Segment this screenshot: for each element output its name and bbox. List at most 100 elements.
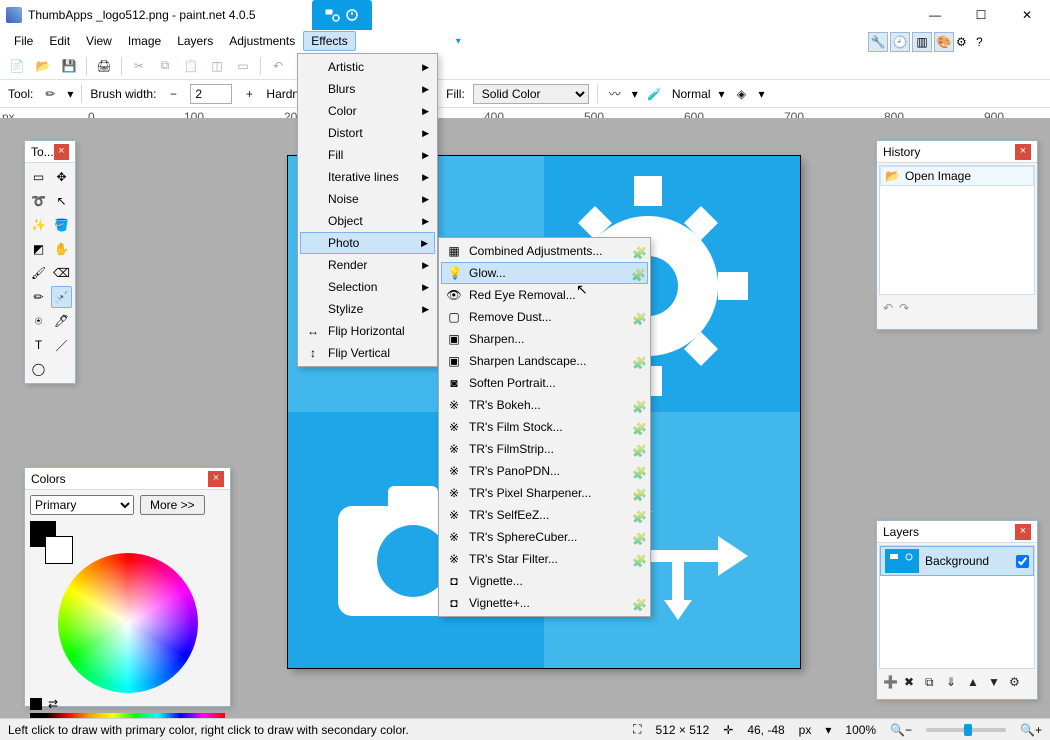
effects-item-photo[interactable]: Photo▶ (300, 232, 435, 254)
photo-item-tr-s-film-stock-[interactable]: ※TR's Film Stock...🧩 (441, 416, 648, 438)
history-item[interactable]: 📂Open Image (880, 166, 1034, 186)
photo-item-tr-s-panopdn-[interactable]: ※TR's PanoPDN...🧩 (441, 460, 648, 482)
effects-item-iterative-lines[interactable]: Iterative lines▶ (300, 166, 435, 188)
effects-item-stylize[interactable]: Stylize▶ (300, 298, 435, 320)
tool-pan[interactable]: ✋ (51, 238, 72, 260)
redo-history-icon[interactable]: ↷ (899, 301, 909, 315)
save-icon[interactable]: 💾 (60, 57, 78, 75)
add-layer-icon[interactable]: ➕ (883, 675, 899, 691)
crop-icon[interactable]: ◫ (208, 57, 226, 75)
tool-recolor[interactable]: 🖊 (51, 310, 72, 332)
minimize-button[interactable]: — (912, 0, 958, 30)
colors-toggle-icon[interactable]: 🎨 (934, 32, 954, 52)
color-mode-select[interactable]: Primary (30, 495, 134, 515)
layer-visible-checkbox[interactable] (1016, 555, 1029, 568)
photo-item-tr-s-star-filter-[interactable]: ※TR's Star Filter...🧩 (441, 548, 648, 570)
layer-props-icon[interactable]: ⚙ (1009, 675, 1025, 691)
undo-icon[interactable]: ↶ (269, 57, 287, 75)
photo-item-glow-[interactable]: 💡Glow...🧩 (441, 262, 648, 284)
tool-eraser[interactable]: ⌫ (51, 262, 72, 284)
open-icon[interactable]: 📂 (34, 57, 52, 75)
print-icon[interactable]: 🖨 (95, 57, 113, 75)
tool-move-px[interactable]: ↖ (51, 190, 72, 212)
maximize-button[interactable]: ☐ (958, 0, 1004, 30)
layers-panel-close-icon[interactable]: × (1015, 524, 1031, 540)
brush-width-inc-icon[interactable]: + (240, 85, 258, 103)
effects-item-distort[interactable]: Distort▶ (300, 122, 435, 144)
menu-adjustments[interactable]: Adjustments (221, 31, 303, 51)
menu-edit[interactable]: Edit (41, 31, 78, 51)
undo-history-icon[interactable]: ↶ (883, 301, 893, 315)
photo-item-vignette-[interactable]: ◘Vignette+...🧩 (441, 592, 648, 614)
menu-view[interactable]: View (78, 31, 120, 51)
effects-item-render[interactable]: Render▶ (300, 254, 435, 276)
effects-item-blurs[interactable]: Blurs▶ (300, 78, 435, 100)
zoom-slider[interactable] (926, 728, 1006, 732)
layer-row[interactable]: Background (880, 546, 1034, 576)
paste-icon[interactable]: 📋 (182, 57, 200, 75)
tool-pencil[interactable]: ✏ (28, 286, 49, 308)
photo-item-tr-s-filmstrip-[interactable]: ※TR's FilmStrip...🧩 (441, 438, 648, 460)
status-unit[interactable]: px (799, 723, 812, 737)
layers-toggle-icon[interactable]: ▥ (912, 32, 932, 52)
history-panel-close-icon[interactable]: × (1015, 144, 1031, 160)
tool-move-sel[interactable]: ✥ (51, 166, 72, 188)
blend-icon[interactable]: 🧪 (646, 85, 664, 103)
colors-panel-close-icon[interactable]: × (208, 471, 224, 487)
photo-item-tr-s-selfeez-[interactable]: ※TR's SelfEeZ...🧩 (441, 504, 648, 526)
effects-item-noise[interactable]: Noise▶ (300, 188, 435, 210)
tool-picker[interactable]: 💉 (51, 286, 72, 308)
new-icon[interactable]: 📄 (8, 57, 26, 75)
image-tab[interactable] (312, 0, 372, 30)
effects-item-object[interactable]: Object▶ (300, 210, 435, 232)
effects-item-artistic[interactable]: Artistic▶ (300, 56, 435, 78)
close-button[interactable]: ✕ (1004, 0, 1050, 30)
tool-text[interactable]: T (28, 334, 49, 356)
photo-item-tr-s-pixel-sharpener-[interactable]: ※TR's Pixel Sharpener...🧩 (441, 482, 648, 504)
tool-brush[interactable]: 🖌 (28, 262, 49, 284)
photo-item-sharpen-landscape-[interactable]: ▣Sharpen Landscape...🧩 (441, 350, 648, 372)
effects-item-color[interactable]: Color▶ (300, 100, 435, 122)
photo-item-remove-dust-[interactable]: ▢Remove Dust...🧩 (441, 306, 648, 328)
tool-clone[interactable]: ⍟ (28, 310, 49, 332)
photo-item-vignette-[interactable]: ◘Vignette... (441, 570, 648, 592)
menu-file[interactable]: File (6, 31, 41, 51)
zoom-out-icon[interactable]: 🔍− (890, 723, 912, 737)
copy-icon[interactable]: ⧉ (156, 57, 174, 75)
photo-item-tr-s-bokeh-[interactable]: ※TR's Bokeh...🧩 (441, 394, 648, 416)
photo-item-combined-adjustments-[interactable]: ▦Combined Adjustments...🧩 (441, 240, 648, 262)
antialias-icon[interactable]: 〰 (606, 85, 624, 103)
blend-mode[interactable]: Normal (672, 87, 711, 101)
swatch-black[interactable] (30, 698, 42, 710)
menu-image[interactable]: Image (120, 31, 169, 51)
brush-width-dec-icon[interactable]: − (164, 85, 182, 103)
status-zoom[interactable]: 100% (845, 723, 876, 737)
menu-effects[interactable]: Effects (303, 31, 355, 51)
effects-item-flip-horizontal[interactable]: ↔Flip Horizontal (300, 320, 435, 342)
zoom-in-icon[interactable]: 🔍+ (1020, 723, 1042, 737)
menu-layers[interactable]: Layers (169, 31, 221, 51)
tools-toggle-icon[interactable]: 🔧 (868, 32, 888, 52)
merge-layer-icon[interactable]: ⇓ (946, 675, 962, 691)
tool-shapes[interactable]: ◯ (28, 358, 49, 380)
down-layer-icon[interactable]: ▼ (988, 675, 1004, 691)
delete-layer-icon[interactable]: ✖ (904, 675, 920, 691)
primary-swatch[interactable] (30, 521, 56, 547)
more-colors-button[interactable]: More >> (140, 495, 205, 515)
effects-item-flip-vertical[interactable]: ↕Flip Vertical (300, 342, 435, 364)
effects-item-fill[interactable]: Fill▶ (300, 144, 435, 166)
photo-item-sharpen-[interactable]: ▣Sharpen... (441, 328, 648, 350)
tools-panel-close-icon[interactable]: × (54, 144, 69, 160)
help-icon[interactable]: ? (976, 35, 994, 49)
dup-layer-icon[interactable]: ⧉ (925, 675, 941, 691)
up-layer-icon[interactable]: ▲ (967, 675, 983, 691)
tool-lasso[interactable]: ➰ (28, 190, 49, 212)
tool-rect-select[interactable]: ▭ (28, 166, 49, 188)
photo-item-soften-portrait-[interactable]: ◙Soften Portrait... (441, 372, 648, 394)
tool-line[interactable]: ／ (51, 334, 72, 356)
color-wheel[interactable] (58, 553, 198, 693)
swap-icon[interactable]: ⇄ (48, 697, 58, 711)
brush-width-input[interactable] (190, 84, 232, 104)
fill-select[interactable]: Solid Color (473, 84, 589, 104)
current-tool-icon[interactable]: ✏ (41, 85, 59, 103)
